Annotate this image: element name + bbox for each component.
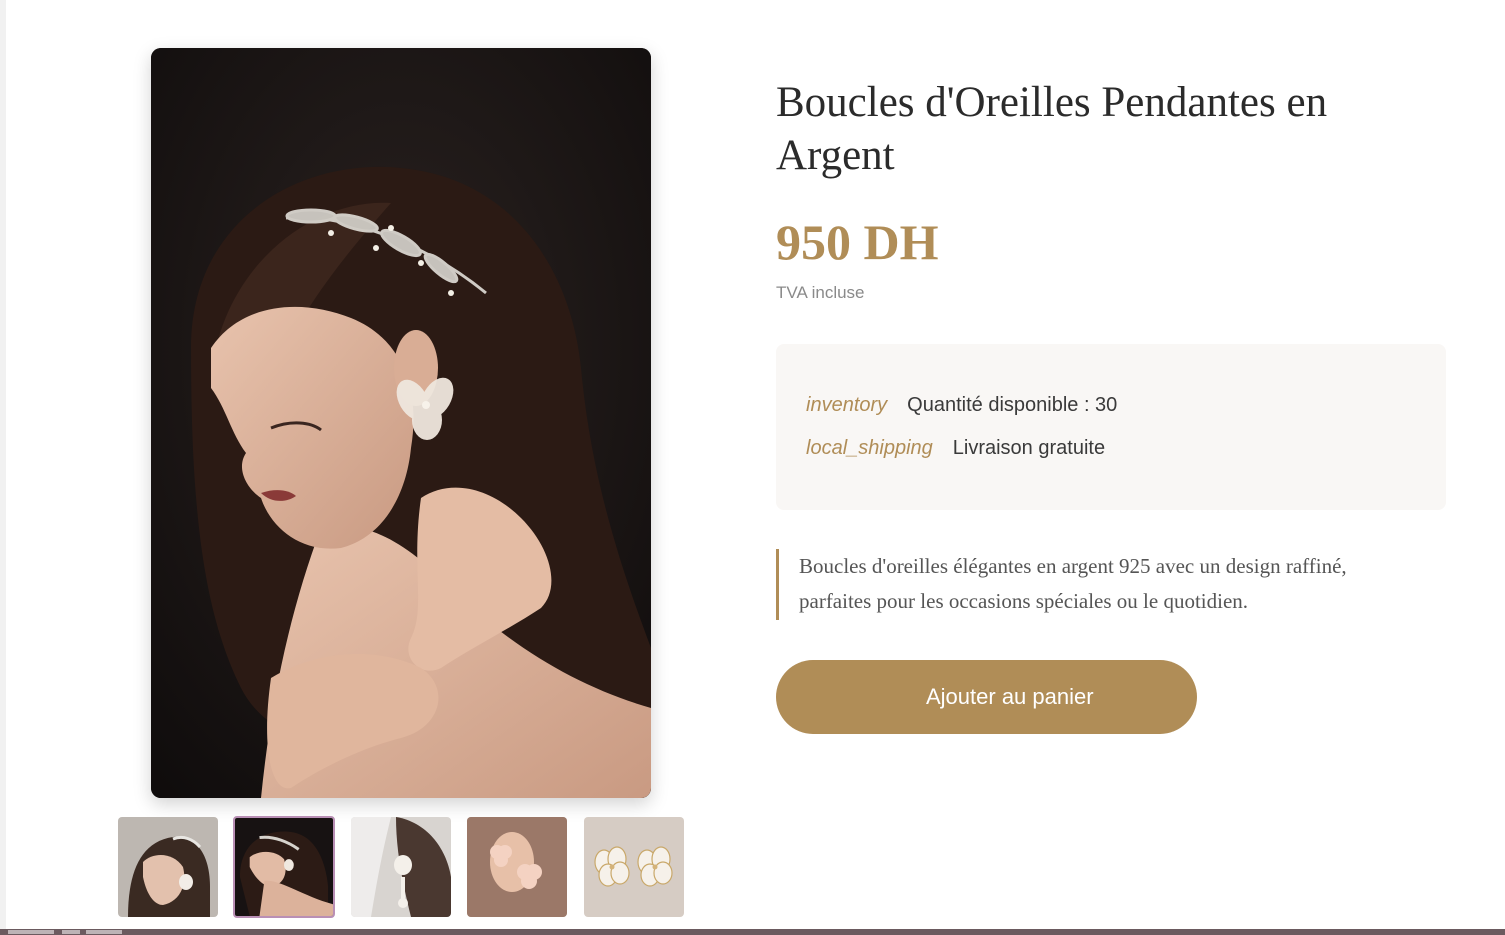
product-price: 950 DH [776, 214, 939, 270]
page-edge [0, 0, 6, 935]
add-to-cart-button[interactable]: Ajouter au panier [776, 660, 1197, 734]
inventory-icon: inventory [806, 394, 888, 416]
local-shipping-icon: local_shipping [806, 437, 933, 459]
thumbnail-4[interactable] [467, 817, 567, 917]
thumbnail-1[interactable] [118, 817, 218, 917]
shipping-row: local_shipping Livraison gratuite [806, 437, 1105, 460]
thumbnail-2[interactable] [233, 816, 335, 918]
horizontal-scrollbar[interactable] [0, 929, 1505, 935]
product-details-box: inventory Quantité disponible : 30 local… [776, 344, 1446, 510]
thumbnail-5[interactable] [584, 817, 684, 917]
thumbnail-3[interactable] [351, 817, 451, 917]
shipping-info: Livraison gratuite [952, 437, 1106, 459]
stock-row: inventory Quantité disponible : 30 [806, 394, 1117, 417]
product-description: Boucles d'oreilles élégantes en argent 9… [776, 549, 1416, 620]
main-product-image [151, 48, 651, 798]
stock-quantity: Quantité disponible : 30 [907, 394, 1118, 416]
tax-note: TVA incluse [776, 283, 865, 302]
product-title: Boucles d'Oreilles Pendantes en Argent [776, 79, 1328, 179]
